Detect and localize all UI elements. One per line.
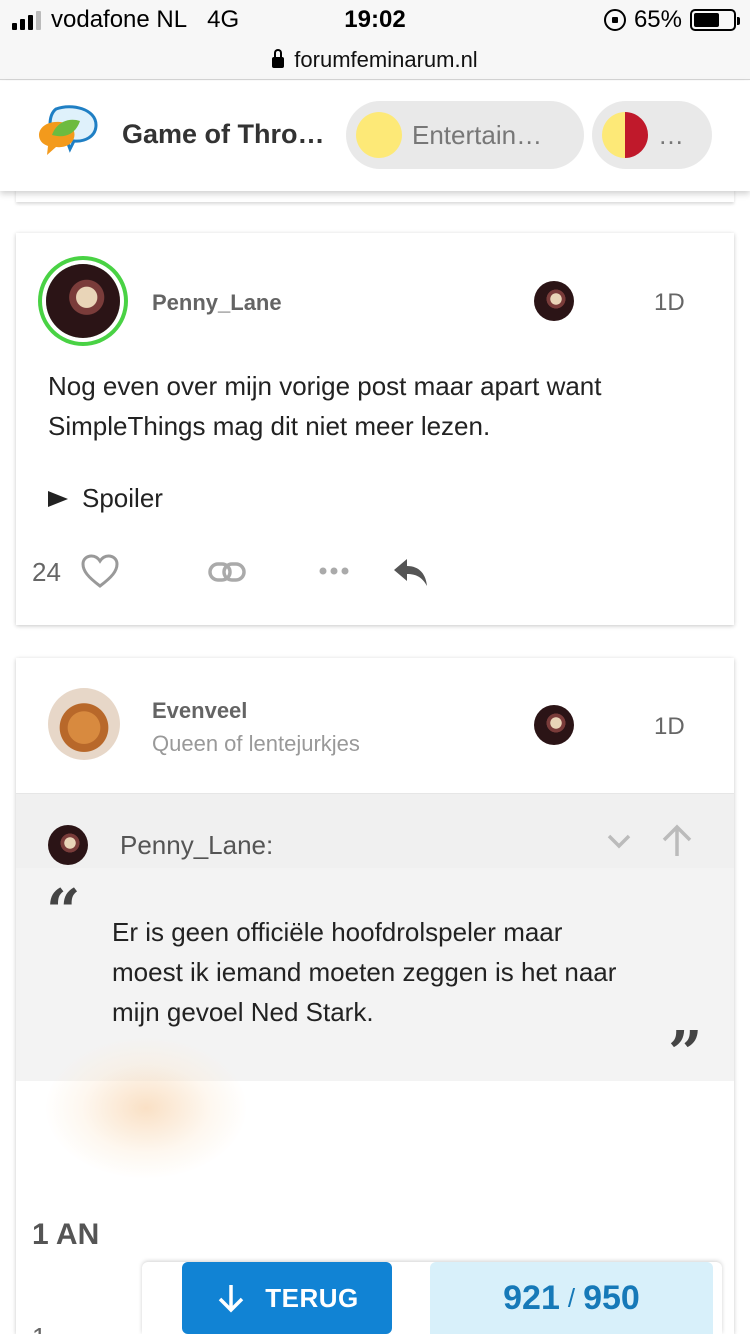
more-options-icon[interactable] — [318, 565, 350, 577]
lock-icon — [272, 49, 285, 68]
category-color-dot — [356, 112, 402, 158]
category-chip[interactable]: Entertain… — [346, 101, 584, 169]
back-button[interactable]: TERUG — [182, 1262, 392, 1334]
post-card: Evenveel Queen of lentejurkjes 1D Penny_… — [16, 658, 734, 1334]
link-icon[interactable] — [208, 557, 246, 587]
post-date[interactable]: 1D — [654, 289, 685, 317]
forum-logo-icon[interactable] — [34, 105, 100, 165]
quote-text: Er is geen officiële hoofdrolspeler maar… — [112, 917, 617, 1027]
post-username[interactable]: Evenveel — [152, 698, 247, 724]
progress-current: 921 — [503, 1278, 560, 1317]
screen: vodafone NL 4G 19:02 65% forumfeminarum.… — [0, 0, 750, 1334]
back-label: TERUG — [265, 1282, 359, 1313]
arrow-down-icon — [219, 1285, 244, 1313]
post-card: Penny_Lane 1D Nog even over mijn vorige … — [16, 233, 734, 625]
close-quote-icon: ” — [668, 1019, 703, 1089]
url-text: forumfeminarum.nl — [294, 46, 478, 72]
battery-percent: 65% — [633, 6, 682, 33]
progress-total: 950 — [583, 1278, 640, 1317]
post-body: Nog even over mijn vorige post maar apar… — [48, 371, 602, 441]
subcategory-label: … — [658, 119, 684, 150]
post-progress[interactable]: 921 / 950 — [430, 1262, 713, 1334]
quote-header[interactable]: Penny_Lane: — [16, 794, 734, 868]
status-right: 65% — [603, 6, 740, 34]
post-username[interactable]: Penny_Lane — [152, 290, 282, 316]
category-label: Entertain… — [412, 119, 543, 150]
spoiler-toggle[interactable]: Spoiler — [48, 483, 163, 514]
quote-author: Penny_Lane: — [120, 830, 274, 860]
like-count[interactable]: 1 — [32, 1322, 46, 1334]
like-count[interactable]: 24 — [32, 557, 61, 588]
disclosure-triangle-icon — [48, 490, 68, 507]
reply-to-avatar[interactable] — [534, 281, 574, 321]
arrow-up-icon[interactable] — [660, 824, 694, 858]
reply-to-avatar[interactable] — [534, 705, 574, 745]
spoiler-label: Spoiler — [82, 483, 163, 513]
quote-block: Penny_Lane: “ Er is geen officiële hoofd… — [16, 794, 734, 1089]
post-date[interactable]: 1D — [654, 713, 685, 741]
rotation-lock-icon — [603, 9, 626, 31]
avatar[interactable] — [48, 688, 120, 760]
subcategory-color-dot — [602, 112, 648, 158]
replies-count[interactable]: 1 AN — [32, 1218, 106, 1252]
blurred-image — [46, 1038, 246, 1178]
heart-icon[interactable] — [80, 553, 120, 589]
subcategory-chip[interactable]: … — [592, 101, 712, 169]
quote-avatar — [48, 825, 88, 865]
avatar[interactable] — [46, 264, 120, 338]
topic-header: Game of Thro… Entertain… … — [0, 81, 750, 191]
topic-title[interactable]: Game of Thro… — [122, 119, 325, 150]
battery-icon — [690, 9, 740, 31]
post-actions: 24 — [32, 553, 452, 593]
chevron-down-icon[interactable] — [606, 832, 632, 850]
progress-separator: / — [567, 1282, 576, 1313]
address-bar[interactable]: forumfeminarum.nl — [0, 40, 750, 80]
reply-icon[interactable] — [392, 555, 430, 589]
user-title: Queen of lentejurkjes — [152, 731, 360, 756]
status-bar: vodafone NL 4G 19:02 65% — [0, 0, 750, 40]
open-quote-icon: “ — [46, 877, 81, 947]
